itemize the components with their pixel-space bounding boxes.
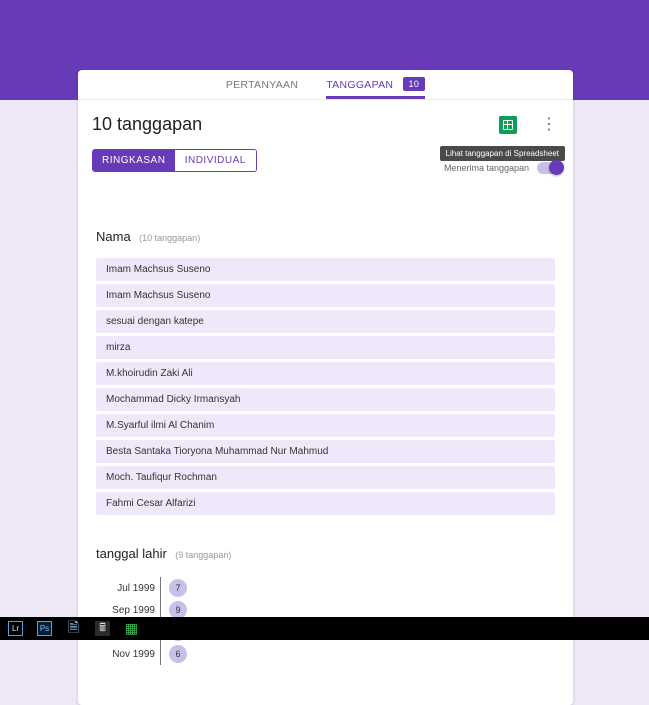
taskbar-photoshop-icon[interactable]: Ps: [37, 621, 52, 636]
summary-tab-button[interactable]: RINGKASAN: [93, 150, 175, 171]
date-count-bubble: 6: [169, 645, 187, 663]
tanggal-title: tanggal lahir: [96, 546, 167, 561]
nama-title: Nama: [96, 229, 131, 244]
header-row: 10 tanggapan ⋮: [78, 100, 573, 139]
date-label: Nov 1999: [105, 649, 155, 660]
list-item: Fahmi Cesar Alfarizi: [96, 492, 555, 515]
list-item: Moch. Taufiqur Rochman: [96, 466, 555, 489]
date-label: Jul 1999: [105, 583, 155, 594]
list-item: M.khoirudin Zaki Ali: [96, 362, 555, 385]
sheets-icon[interactable]: [499, 116, 517, 134]
nama-subcount: (10 tanggapan): [139, 233, 200, 243]
tab-responses-label: TANGGAPAN: [326, 79, 393, 91]
accepting-label: Menerima tanggapan: [444, 163, 529, 173]
tab-responses[interactable]: TANGGAPAN 10: [326, 71, 425, 99]
date-row: Jul 19997: [161, 577, 555, 599]
view-toggle: RINGKASAN INDIVIDUAL: [92, 149, 257, 172]
list-item: sesuai dengan katepe: [96, 310, 555, 333]
question-tanggal-section: tanggal lahir (9 tanggapan) Jul 19997Sep…: [96, 545, 555, 665]
form-responses-card: PERTANYAAN TANGGAPAN 10 10 tanggapan ⋮ R…: [78, 70, 573, 705]
responses-count-badge: 10: [403, 77, 426, 91]
tabs-row: PERTANYAAN TANGGAPAN 10: [78, 70, 573, 100]
taskbar-document-icon[interactable]: 🗎: [66, 621, 81, 636]
date-row: Nov 19996: [161, 643, 555, 665]
accepting-responses-row: Menerima tanggapan: [444, 162, 563, 174]
question-nama-section: Nama (10 tanggapan) Imam Machsus SusenoI…: [96, 228, 555, 515]
list-item: Mochammad Dicky Irmansyah: [96, 388, 555, 411]
individual-tab-button[interactable]: INDIVIDUAL: [175, 150, 257, 171]
sheets-tooltip: Lihat tanggapan di Spreadsheet: [440, 146, 565, 161]
taskbar-lightroom-icon[interactable]: Lr: [8, 621, 23, 636]
tab-questions[interactable]: PERTANYAAN: [226, 72, 298, 98]
more-menu-icon[interactable]: ⋮: [539, 117, 559, 133]
list-item: M.Syarful ilmi Al Chanim: [96, 414, 555, 437]
date-count-bubble: 7: [169, 579, 187, 597]
nama-answers-list: Imam Machsus Suseno Imam Machsus Suseno se…: [96, 258, 555, 515]
date-label: Sep 1999: [105, 605, 155, 616]
responses-title: 10 tanggapan: [92, 114, 499, 135]
windows-taskbar: Lr Ps 🗎 🖩 ▦: [0, 617, 649, 640]
list-item: Imam Machsus Suseno: [96, 284, 555, 307]
list-item: mirza: [96, 336, 555, 359]
accepting-toggle[interactable]: [537, 162, 563, 174]
tanggal-subcount: (9 tanggapan): [175, 550, 231, 560]
list-item: Besta Santaka Tioryona Muhammad Nur Mahm…: [96, 440, 555, 463]
taskbar-spreadsheet-icon[interactable]: ▦: [124, 621, 139, 636]
taskbar-calculator-icon[interactable]: 🖩: [95, 621, 110, 636]
list-item: Imam Machsus Suseno: [96, 258, 555, 281]
